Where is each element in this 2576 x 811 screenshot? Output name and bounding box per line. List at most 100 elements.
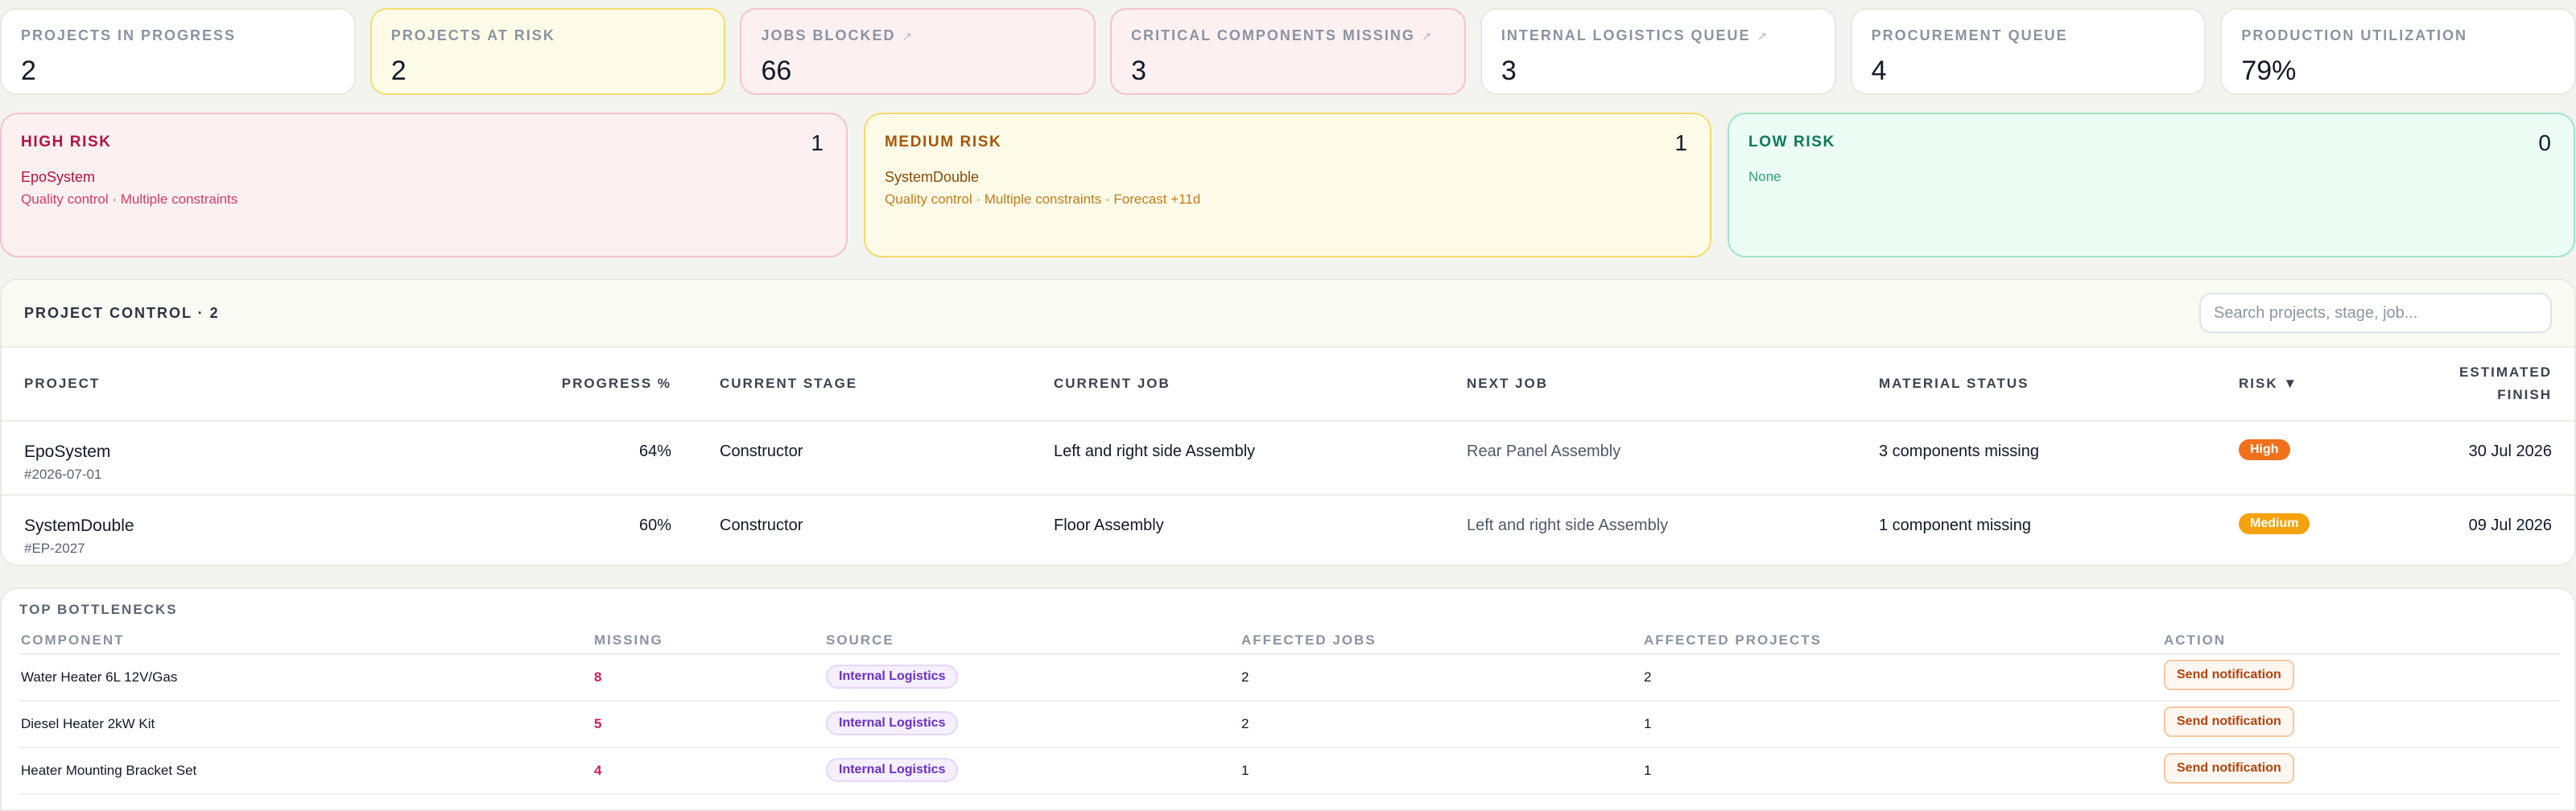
component-name: Heater Mounting Bracket Set [21, 763, 197, 778]
risk-card-medium: Medium risk 1 SystemDouble Quality contr… [864, 113, 1711, 257]
top-bottlenecks-panel: Top bottlenecks Component Missing Source… [0, 587, 2576, 811]
bottlenecks-table: Component Missing Source Affected jobs A… [19, 629, 2560, 795]
risk-meta: Quality control · Multiple constraints ·… [885, 191, 1201, 207]
kpi-jobs-blocked[interactable]: Jobs blocked ↗ 66 [740, 8, 1096, 95]
component-name: Water Heater 6L 12V/Gas [21, 669, 178, 685]
project-control-header: Project control · 2 [2, 280, 2574, 348]
send-notification-button[interactable]: Send notification [2164, 753, 2294, 784]
missing-count: 4 [594, 763, 602, 778]
progress-value: 64% [638, 443, 671, 460]
kpi-procurement-queue: Procurement queue 4 [1850, 8, 2207, 95]
search-input[interactable] [2199, 293, 2552, 333]
risk-summary: High risk 1 EpoSystem Quality control · … [0, 113, 2576, 257]
kpi-projects-at-risk: Projects at risk 2 [369, 8, 726, 95]
column-header-current-job[interactable]: Current job [1054, 373, 1170, 395]
project-code: #2026-07-01 [24, 467, 102, 482]
missing-count: 5 [594, 716, 602, 731]
risk-title: Low risk [1748, 134, 1835, 150]
kpi-value: 3 [1501, 56, 1517, 86]
risk-count: 0 [2538, 130, 2551, 155]
risk-count: 1 [811, 130, 824, 155]
affected-jobs: 1 [1241, 763, 1249, 778]
column-header-next-job[interactable]: Next job [1467, 373, 1548, 395]
affected-jobs: 2 [1241, 716, 1249, 731]
bottlenecks-title: Top bottlenecks [19, 602, 178, 617]
project-name[interactable]: EpoSystem [24, 443, 110, 462]
kpi-label: Procurement queue [1871, 27, 2068, 43]
kpi-projects-in-progress: Projects in progress 2 [0, 8, 356, 95]
missing-count: 8 [594, 669, 602, 685]
table-row[interactable]: EpoSystem #2026-07-01 64% Constructor Le… [2, 422, 2574, 496]
project-code: #EP-2027 [24, 541, 85, 556]
kpi-value: 3 [1131, 56, 1147, 86]
table-row[interactable]: SystemDouble #EP-2027 60% Constructor Fl… [2, 496, 2574, 565]
progress-value: 60% [638, 517, 671, 534]
project-control-panel: Project control · 2 Project Progress % C… [0, 278, 2576, 566]
affected-projects: 1 [1644, 763, 1652, 778]
send-notification-button[interactable]: Send notification [2164, 706, 2294, 737]
kpi-label: Critical components missing [1131, 27, 1415, 43]
kpi-critical-components-missing[interactable]: Critical components missing ↗ 3 [1110, 8, 1466, 95]
project-control-title: Project control · 2 [24, 304, 220, 321]
estimated-finish: 30 Jul 2026 [2468, 443, 2552, 460]
next-job: Rear Panel Assembly [1467, 443, 1621, 460]
source-chip: Internal Logistics [826, 758, 959, 782]
kpi-value: 66 [761, 56, 792, 86]
column-header-project[interactable]: Project [24, 373, 100, 395]
column-header-source: Source [826, 632, 894, 648]
kpi-value: 2 [21, 56, 36, 86]
risk-meta: Quality control · Multiple constraints [21, 191, 238, 207]
kpi-internal-logistics-queue[interactable]: Internal logistics queue ↗ 3 [1480, 8, 1836, 95]
material-status: 3 components missing [1879, 443, 2039, 460]
bottleneck-row: Diesel Heater 2kW Kit 5 Internal Logisti… [19, 702, 2560, 748]
risk-project[interactable]: EpoSystem [21, 169, 827, 186]
column-header-affected-jobs: Affected jobs [1241, 632, 1377, 648]
risk-title: High risk [21, 134, 112, 150]
risk-badge: High [2239, 439, 2290, 460]
column-header-material-status[interactable]: Material status [1879, 373, 2029, 395]
external-link-icon[interactable]: ↗ [1757, 29, 1768, 43]
risk-badge: Medium [2239, 513, 2310, 534]
source-chip: Internal Logistics [826, 711, 959, 735]
kpi-value: 4 [1871, 56, 1887, 86]
column-header-estimated-finish[interactable]: Estimated finish [2447, 361, 2552, 406]
column-header-stage[interactable]: Current stage [720, 373, 857, 395]
column-header-progress[interactable]: Progress % [562, 373, 671, 395]
column-header-component: Component [21, 632, 125, 648]
bottleneck-row: Heater Mounting Bracket Set 4 Internal L… [19, 748, 2560, 795]
risk-project[interactable]: SystemDouble [885, 169, 1690, 186]
kpi-label: Internal logistics queue [1501, 27, 1751, 43]
column-header-risk-sorted[interactable]: Risk ▼ [2239, 373, 2298, 395]
kpi-label: Jobs blocked [761, 27, 896, 43]
send-notification-button[interactable]: Send notification [2164, 660, 2294, 690]
external-link-icon[interactable]: ↗ [1422, 29, 1432, 43]
current-stage: Constructor [720, 443, 803, 460]
external-link-icon[interactable]: ↗ [902, 29, 912, 43]
affected-projects: 2 [1644, 669, 1652, 685]
project-name[interactable]: SystemDouble [24, 517, 134, 536]
kpi-label: Projects at risk [390, 27, 555, 43]
bottleneck-row: Water Heater 6L 12V/Gas 8 Internal Logis… [19, 655, 2560, 702]
risk-count: 1 [1674, 130, 1687, 155]
kpi-value: 2 [390, 56, 407, 86]
current-job: Left and right side Assembly [1054, 443, 1256, 460]
kpi-label: Production utilization [2241, 27, 2467, 43]
kpi-row: Projects in progress 2 Projects at risk … [0, 8, 2576, 95]
next-job: Left and right side Assembly [1467, 517, 1669, 534]
source-chip: Internal Logistics [826, 665, 959, 689]
column-header-affected-projects: Affected projects [1644, 632, 1823, 648]
kpi-production-utilization: Production utilization 79% [2220, 8, 2576, 95]
current-job: Floor Assembly [1054, 517, 1164, 534]
column-header-missing: Missing [594, 632, 663, 648]
affected-projects: 1 [1644, 716, 1652, 731]
current-stage: Constructor [720, 517, 803, 534]
column-header-action: Action [2164, 632, 2227, 648]
risk-title: Medium risk [885, 134, 1002, 150]
affected-jobs: 2 [1241, 669, 1249, 685]
component-name: Diesel Heater 2kW Kit [21, 716, 155, 731]
table-header: Project Progress % Current stage Current… [2, 348, 2574, 422]
material-status: 1 component missing [1879, 517, 2031, 534]
risk-card-low: Low risk 0 None [1728, 113, 2575, 257]
risk-card-high: High risk 1 EpoSystem Quality control · … [0, 113, 848, 257]
estimated-finish: 09 Jul 2026 [2468, 517, 2552, 534]
